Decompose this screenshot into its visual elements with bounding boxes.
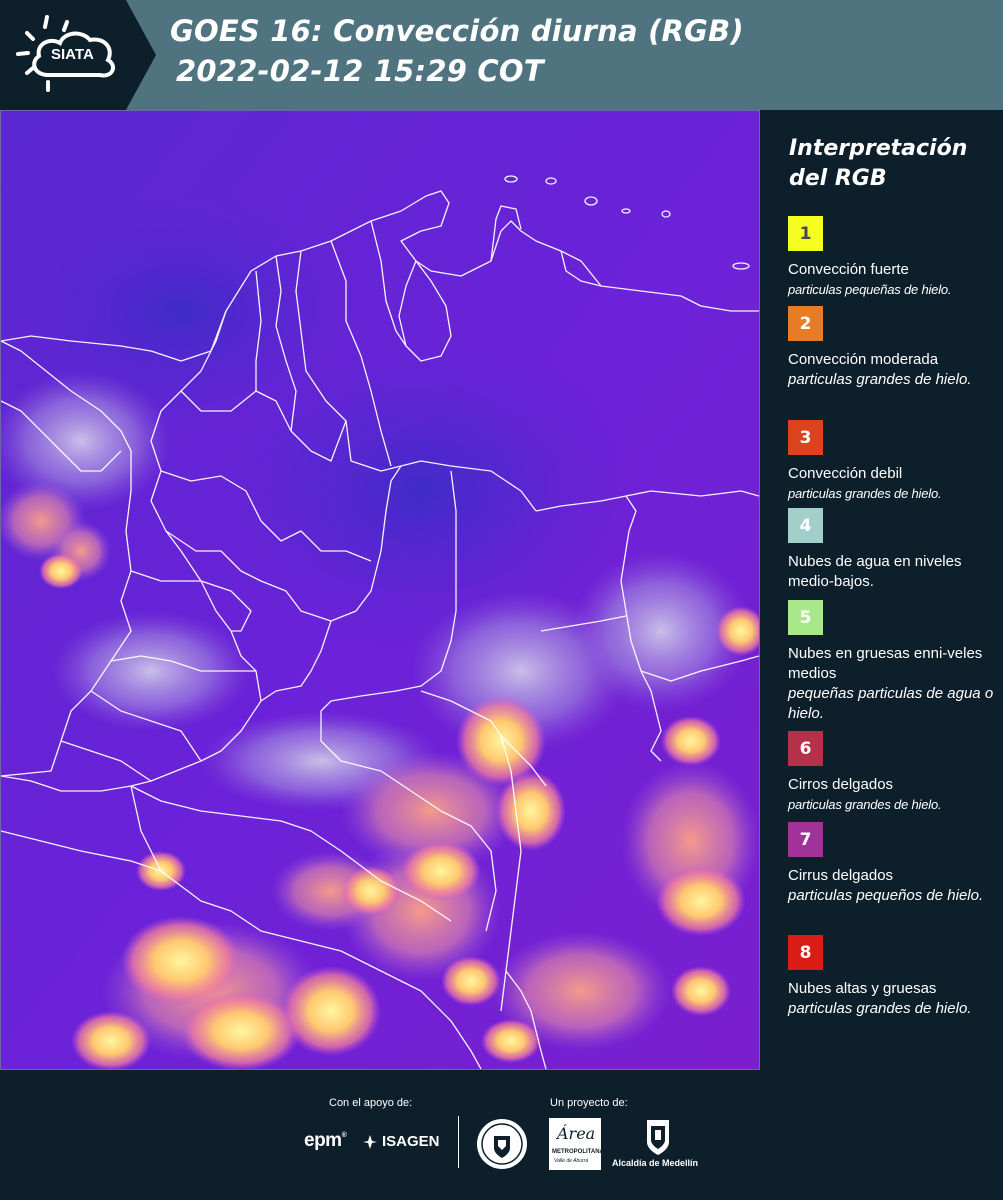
legend-swatch-1: 1 [788,216,823,251]
isagen-logo-text: ISAGEN [382,1133,440,1150]
siata-logo-text: SIATA [51,46,94,63]
legend-panel: Interpretación del RGB 1 Convección fuert… [760,110,1003,1070]
legend-sublabel: particulas grandes de hielo. [788,486,942,501]
legend-text: Convección debil particulas grandes de hi… [788,464,998,504]
legend-sublabel: particulas pequeñas de hielo. [788,282,952,297]
isagen-logo[interactable]: ISAGEN [362,1133,440,1150]
legend-swatch-7: 7 [788,822,823,857]
siata-logo[interactable]: SIATA [0,0,156,110]
legend-text: Convección fuerte particulas pequeñas de … [788,260,998,300]
legend-item-8: 8 Nubes altas y gruesas particulas grandes… [788,935,998,1019]
legend-item-7: 7 Cirrus delgados particulas pequeños de h… [788,822,998,906]
registered-mark-icon: ® [341,1132,347,1139]
area-metropolitana-logo[interactable]: Área METROPOLITANA Valle de Aburrá [549,1118,604,1170]
legend-text: Convección moderada particulas grandes de… [788,350,998,390]
legend-swatch-6: 6 [788,731,823,766]
area-logo-word: Área [557,1124,596,1143]
legend-title: Interpretación del RGB [789,134,989,194]
page-title-line1: GOES 16: Convección diurna (RGB) [170,14,744,48]
legend-text: Nubes en gruesas enni-veles medios pequeñ… [788,644,998,724]
legend-label: Nubes en gruesas enni-veles medios [788,645,983,682]
satellite-map[interactable] [0,110,760,1070]
support-caption: Con el apoyo de: [329,1097,413,1109]
legend-text: Nubes de agua en niveles medio-bajos. [788,552,998,592]
alcaldia-shield-icon[interactable] [645,1118,671,1156]
legend-swatch-3: 3 [788,420,823,455]
legend-item-1: 1 Convección fuerte particulas pequeñas de… [788,216,998,300]
legend-swatch-5: 5 [788,600,823,635]
legend-swatch-4: 4 [788,508,823,543]
legend-item-6: 6 Cirros delgados particulas grandes de hi… [788,731,998,815]
legend-label: Convección fuerte [788,261,909,278]
university-seal-logo[interactable] [476,1118,528,1170]
legend-label: Convección moderada [788,351,939,368]
legend-item-2: 2 Convección moderada particulas grandes d… [788,306,998,390]
legend-swatch-8: 8 [788,935,823,970]
footer: Con el apoyo de: Un proyecto de: epm® IS… [0,1070,1003,1200]
legend-label: Cirros delgados [788,776,894,793]
legend-item-3: 3 Convección debil particulas grandes de h… [788,420,998,504]
legend-sublabel: particulas pequeños de hielo. [788,887,984,904]
legend-swatch-2: 2 [788,306,823,341]
satellite-image [1,111,759,1069]
legend-text: Cirrus delgados particulas pequeños de hi… [788,866,998,906]
legend-label: Cirrus delgados [788,867,894,884]
area-logo-line1: METROPOLITANA [552,1149,604,1155]
page-title-timestamp: 2022-02-12 15:29 COT [176,54,544,88]
legend-sublabel: pequeñas particulas de agua o hielo. [788,685,994,722]
alcaldia-logo-text: Alcaldía de Medellín [612,1158,699,1168]
header-bar: SIATA GOES 16: Convección diurna (RGB) 2… [0,0,1003,110]
legend-sublabel: particulas grandes de hielo. [788,1000,972,1017]
legend-title-line2: del RGB [789,166,887,191]
legend-label: Nubes altas y gruesas [788,980,937,997]
legend-sublabel: particulas grandes de hielo. [788,371,972,388]
legend-item-4: 4 Nubes de agua en niveles medio-bajos. [788,508,998,592]
epm-logo-text: epm [304,1130,342,1151]
legend-title-line1: Interpretación [789,136,968,161]
legend-text: Cirros delgados particulas grandes de hie… [788,775,998,815]
isagen-icon [363,1134,377,1149]
project-caption: Un proyecto de: [550,1097,628,1109]
area-logo-line2: Valle de Aburrá [554,1158,589,1164]
epm-logo[interactable]: epm® [304,1130,347,1152]
legend-text: Nubes altas y gruesas particulas grandes … [788,979,998,1019]
legend-label: Convección debil [788,465,903,482]
legend-item-5: 5 Nubes en gruesas enni-veles medios peque… [788,600,998,724]
footer-divider [458,1116,459,1168]
legend-label: Nubes de agua en niveles medio-bajos. [788,553,962,590]
legend-sublabel: particulas grandes de hielo. [788,797,942,812]
